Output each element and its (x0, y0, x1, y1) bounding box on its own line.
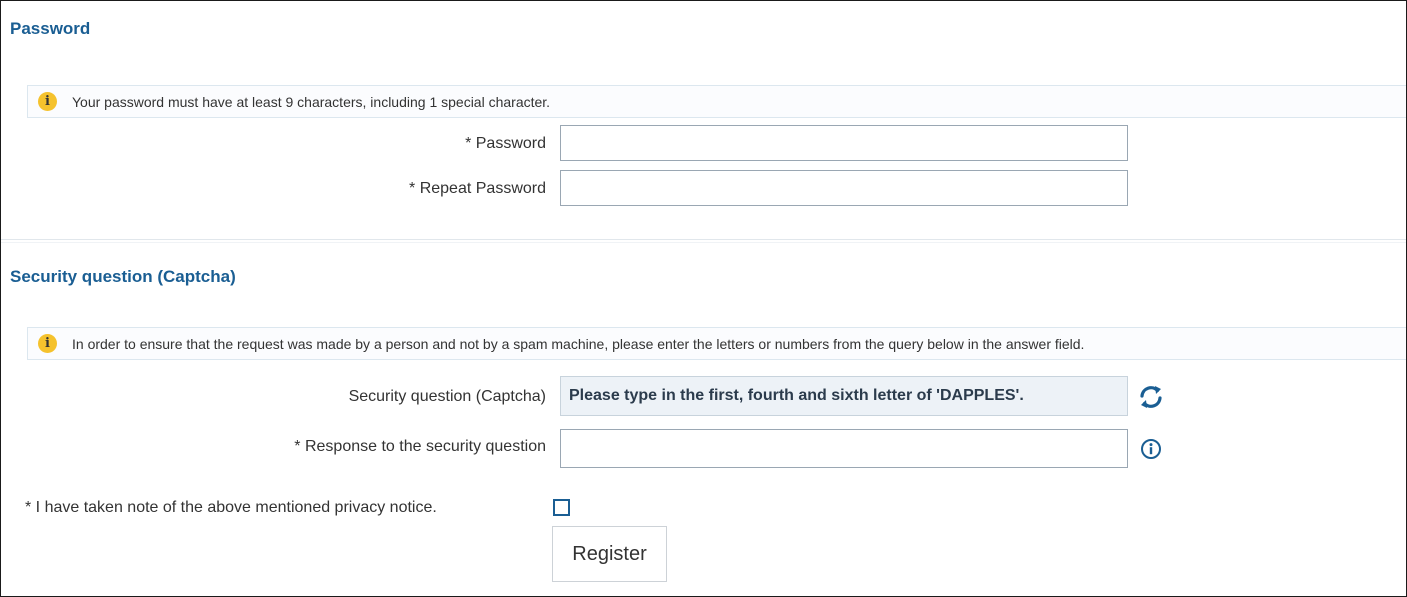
captcha-question-label: Security question (Captcha) (348, 388, 546, 405)
password-section-title: Password (10, 19, 91, 38)
privacy-checkbox[interactable] (553, 499, 570, 516)
section-divider (1, 239, 1406, 240)
refresh-icon[interactable] (1138, 384, 1164, 410)
password-notice: i Your password must have at least 9 cha… (27, 85, 1406, 118)
password-notice-text: Your password must have at least 9 chara… (72, 93, 551, 110)
repeat-password-input[interactable] (560, 170, 1128, 206)
response-label: * Response to the security question (294, 438, 546, 455)
info-icon: i (38, 334, 57, 353)
captcha-section-title: Security question (Captcha) (10, 267, 236, 286)
captcha-question-text: Please type in the first, fourth and six… (569, 387, 1024, 404)
register-button[interactable]: Register (552, 526, 667, 582)
circle-info-icon[interactable] (1140, 438, 1162, 460)
password-label: * Password (465, 135, 546, 152)
privacy-label: * I have taken note of the above mention… (25, 499, 437, 516)
captcha-notice-text: In order to ensure that the request was … (72, 335, 1085, 352)
info-icon: i (38, 92, 57, 111)
password-input[interactable] (560, 125, 1128, 161)
registration-form: Password i Your password must have at le… (0, 0, 1407, 597)
captcha-notice: i In order to ensure that the request wa… (27, 327, 1406, 360)
section-divider-shadow (1, 242, 1406, 243)
repeat-password-label: * Repeat Password (409, 180, 546, 197)
captcha-response-input[interactable] (560, 429, 1128, 468)
captcha-question: Please type in the first, fourth and six… (560, 376, 1128, 416)
